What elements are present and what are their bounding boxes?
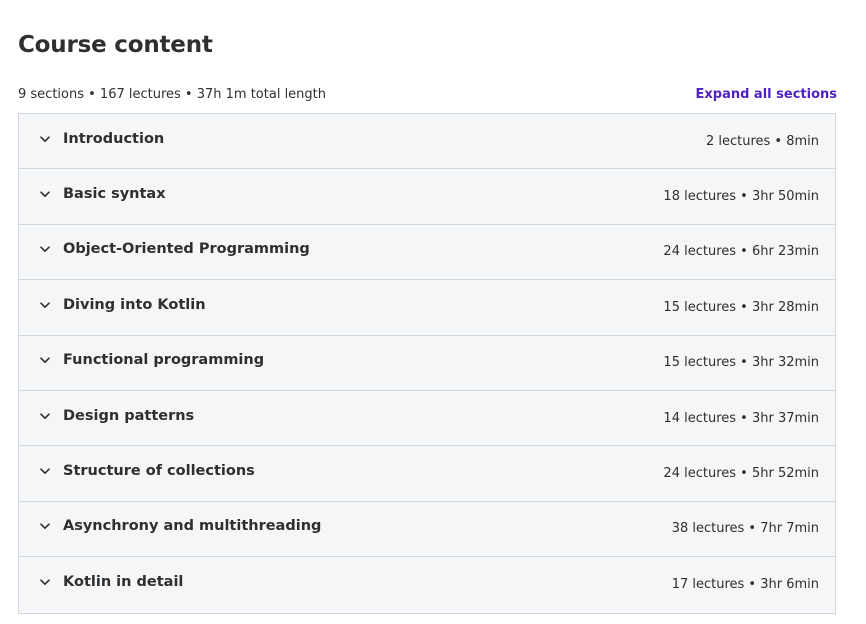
course-summary-bar: 9 sections • 167 lectures • 37h 1m total… bbox=[18, 84, 837, 104]
section-list: Introduction 2 lectures • 8min Basic syn… bbox=[18, 113, 836, 614]
chevron-down-icon bbox=[39, 355, 51, 367]
chevron-down-icon bbox=[39, 410, 51, 422]
section-meta: 15 lectures • 3hr 32min bbox=[663, 355, 819, 371]
section-meta: 24 lectures • 5hr 52min bbox=[663, 466, 819, 482]
section-title: Object-Oriented Programming bbox=[63, 241, 310, 258]
section-meta: 18 lectures • 3hr 50min bbox=[663, 189, 819, 205]
section-meta: 38 lectures • 7hr 7min bbox=[671, 521, 819, 537]
section-row-kotlin-in-detail[interactable]: Kotlin in detail 17 lectures • 3hr 6min bbox=[19, 557, 835, 613]
chevron-down-icon bbox=[39, 133, 51, 145]
expand-all-sections-button[interactable]: Expand all sections bbox=[696, 87, 838, 102]
chevron-down-icon bbox=[39, 244, 51, 256]
section-title: Basic syntax bbox=[63, 186, 166, 203]
page-title: Course content bbox=[18, 32, 213, 58]
section-row-functional-programming[interactable]: Functional programming 15 lectures • 3hr… bbox=[19, 335, 835, 391]
section-title: Introduction bbox=[63, 130, 165, 147]
section-row-structure-of-collections[interactable]: Structure of collections 24 lectures • 5… bbox=[19, 446, 835, 502]
section-title: Asynchrony and multithreading bbox=[63, 518, 322, 535]
section-meta: 2 lectures • 8min bbox=[705, 133, 819, 149]
section-row-diving-into-kotlin[interactable]: Diving into Kotlin 15 lectures • 3hr 28m… bbox=[19, 280, 835, 336]
section-row-object-oriented-programming[interactable]: Object-Oriented Programming 24 lectures … bbox=[19, 224, 835, 281]
section-meta: 15 lectures • 3hr 28min bbox=[663, 299, 819, 315]
chevron-down-icon bbox=[39, 299, 51, 311]
section-row-design-patterns[interactable]: Design patterns 14 lectures • 3hr 37min bbox=[19, 390, 835, 447]
chevron-down-icon bbox=[39, 189, 51, 201]
section-meta: 14 lectures • 3hr 37min bbox=[663, 410, 819, 426]
chevron-down-icon bbox=[39, 577, 51, 589]
section-row-basic-syntax[interactable]: Basic syntax 18 lectures • 3hr 50min bbox=[19, 169, 835, 225]
section-title: Structure of collections bbox=[63, 463, 255, 480]
section-meta: 24 lectures • 6hr 23min bbox=[663, 244, 819, 260]
section-title: Functional programming bbox=[63, 352, 265, 369]
chevron-down-icon bbox=[39, 521, 51, 533]
section-title: Kotlin in detail bbox=[63, 574, 184, 591]
course-summary-text: 9 sections • 167 lectures • 37h 1m total… bbox=[18, 86, 327, 102]
section-row-introduction[interactable]: Introduction 2 lectures • 8min bbox=[19, 114, 835, 170]
section-title: Design patterns bbox=[63, 407, 195, 424]
section-row-asynchrony-and-multithreading[interactable]: Asynchrony and multithreading 38 lecture… bbox=[19, 501, 835, 558]
section-title: Diving into Kotlin bbox=[63, 296, 206, 313]
chevron-down-icon bbox=[39, 466, 51, 478]
section-meta: 17 lectures • 3hr 6min bbox=[671, 577, 819, 593]
